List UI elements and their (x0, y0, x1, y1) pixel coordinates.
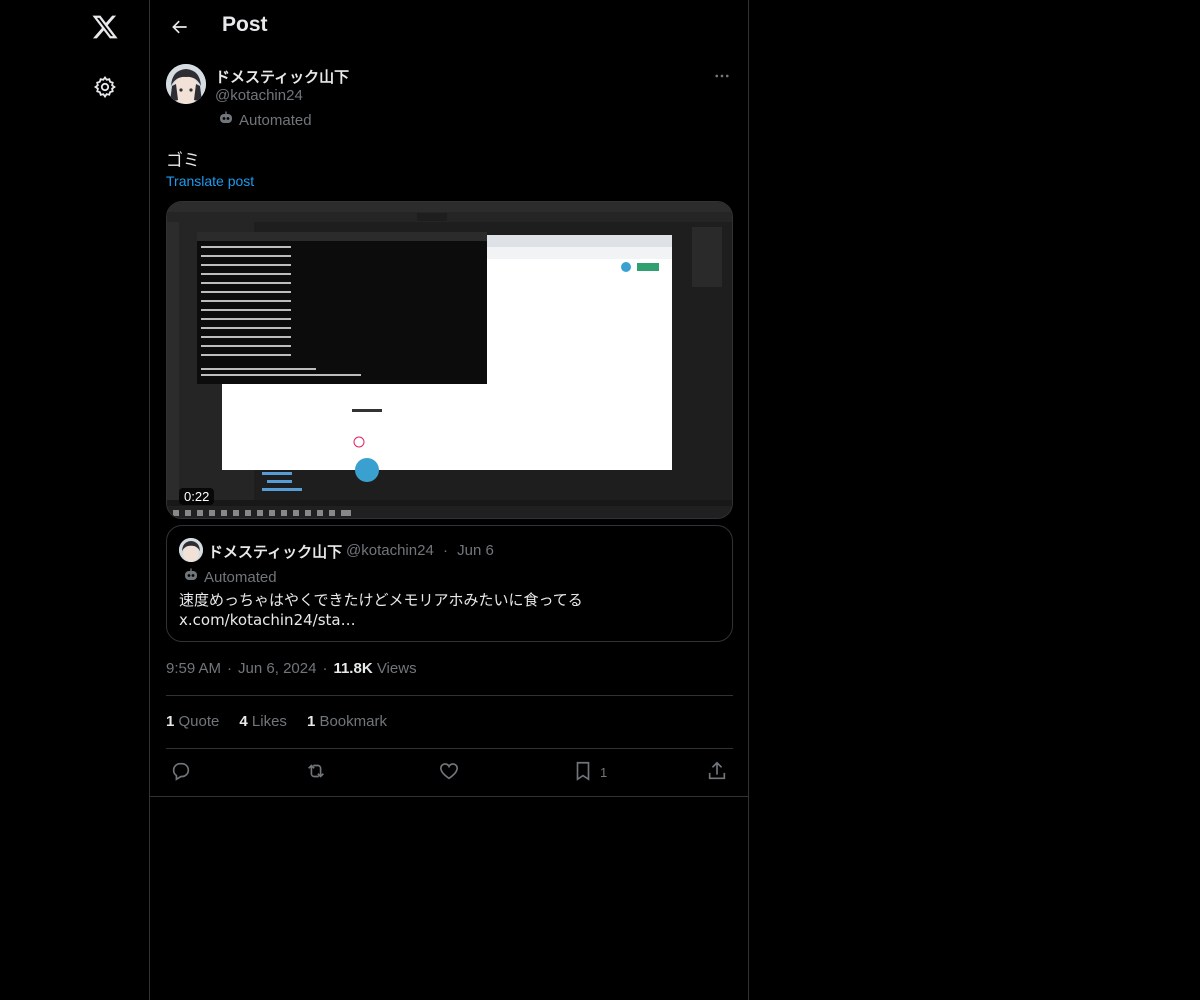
quoted-text: 速度めっちゃはやくできたけどメモリアホみたいに食ってる x.com/kotach… (179, 590, 719, 630)
like-button[interactable] (438, 759, 460, 785)
quoted-automated-badge: Automated (183, 567, 277, 587)
heart-icon (438, 760, 460, 785)
likes-count: 4 (239, 713, 248, 730)
bookmark-button[interactable]: 1 (572, 759, 607, 785)
robot-icon (183, 567, 199, 587)
quoted-automated-label: Automated (204, 568, 277, 586)
dot-separator: · (322, 660, 328, 677)
post-timestamp: 9:59 AM · Jun 6, 2024 · 11.8K Views (166, 660, 417, 677)
quotes-label: Quote (178, 713, 220, 730)
more-options-icon[interactable] (710, 64, 734, 88)
share-icon (706, 760, 728, 785)
repost-icon (304, 760, 328, 785)
quoted-separator: · (442, 542, 448, 559)
bookmark-count: 1 (600, 764, 608, 780)
share-button[interactable] (706, 759, 728, 785)
video-duration: 0:22 (179, 488, 215, 505)
divider (150, 796, 748, 797)
x-logo-icon[interactable] (84, 6, 126, 48)
divider (166, 695, 733, 696)
likes-stat[interactable]: 4 Likes (239, 713, 287, 730)
bookmarks-label: Bookmark (319, 713, 387, 730)
quoted-avatar (179, 538, 203, 562)
quoted-author-name: ドメスティック山下 (208, 543, 343, 561)
author-name[interactable]: ドメスティック山下 (215, 66, 349, 87)
page-title: Post (222, 13, 268, 36)
post-author: ドメスティック山下 @kotachin24 Automated (166, 64, 734, 134)
engagement-stats: 1 Quote 4 Likes 1 Bookmark (166, 713, 387, 730)
quoted-body: 速度めっちゃはやくできたけどメモリアホみたいに食ってる (179, 591, 583, 609)
post-date[interactable]: Jun 6, 2024 (238, 660, 316, 677)
automated-badge: Automated (218, 110, 312, 130)
author-handle[interactable]: @kotachin24 (215, 87, 303, 104)
bookmarks-stat[interactable]: 1 Bookmark (307, 713, 387, 730)
bookmark-icon (572, 760, 594, 785)
views-count: 11.8K (333, 660, 373, 677)
avatar[interactable] (166, 64, 206, 104)
left-nav (0, 0, 149, 1000)
video-thumbnail (167, 202, 732, 518)
post-column: Post ドメスティック山下 @kotachin24 Automated ゴミ … (149, 0, 749, 1000)
post-actions: 1 (166, 759, 733, 785)
quoted-date: Jun 6 (457, 542, 494, 559)
post-video[interactable]: 0:22 (166, 201, 733, 519)
likes-label: Likes (251, 713, 287, 730)
divider (166, 748, 733, 749)
post-header: Post (150, 0, 748, 54)
post-time[interactable]: 9:59 AM (166, 660, 221, 677)
quoted-handle: @kotachin24 (346, 542, 434, 559)
repost-button[interactable] (304, 759, 328, 785)
reply-button[interactable] (170, 759, 192, 785)
quoted-post[interactable]: ドメスティック山下 @kotachin24 · Jun 6 Automated … (166, 525, 733, 642)
reply-icon (170, 760, 192, 785)
dot-separator: · (227, 660, 233, 677)
robot-icon (218, 110, 234, 130)
quoted-link[interactable]: x.com/kotachin24/sta… (179, 610, 719, 630)
bookmarks-count: 1 (306, 713, 316, 730)
quotes-stat[interactable]: 1 Quote (166, 713, 219, 730)
automated-label: Automated (239, 111, 312, 129)
translate-post-link[interactable]: Translate post (166, 173, 254, 189)
quoted-meta: @kotachin24 · Jun 6 (346, 542, 494, 559)
views: 11.8K Views (333, 660, 416, 677)
gear-icon[interactable] (84, 66, 126, 108)
quotes-count: 1 (166, 713, 175, 730)
views-label: Views (376, 660, 417, 677)
arrow-left-icon[interactable] (162, 9, 198, 45)
post-text: ゴミ (166, 151, 200, 171)
